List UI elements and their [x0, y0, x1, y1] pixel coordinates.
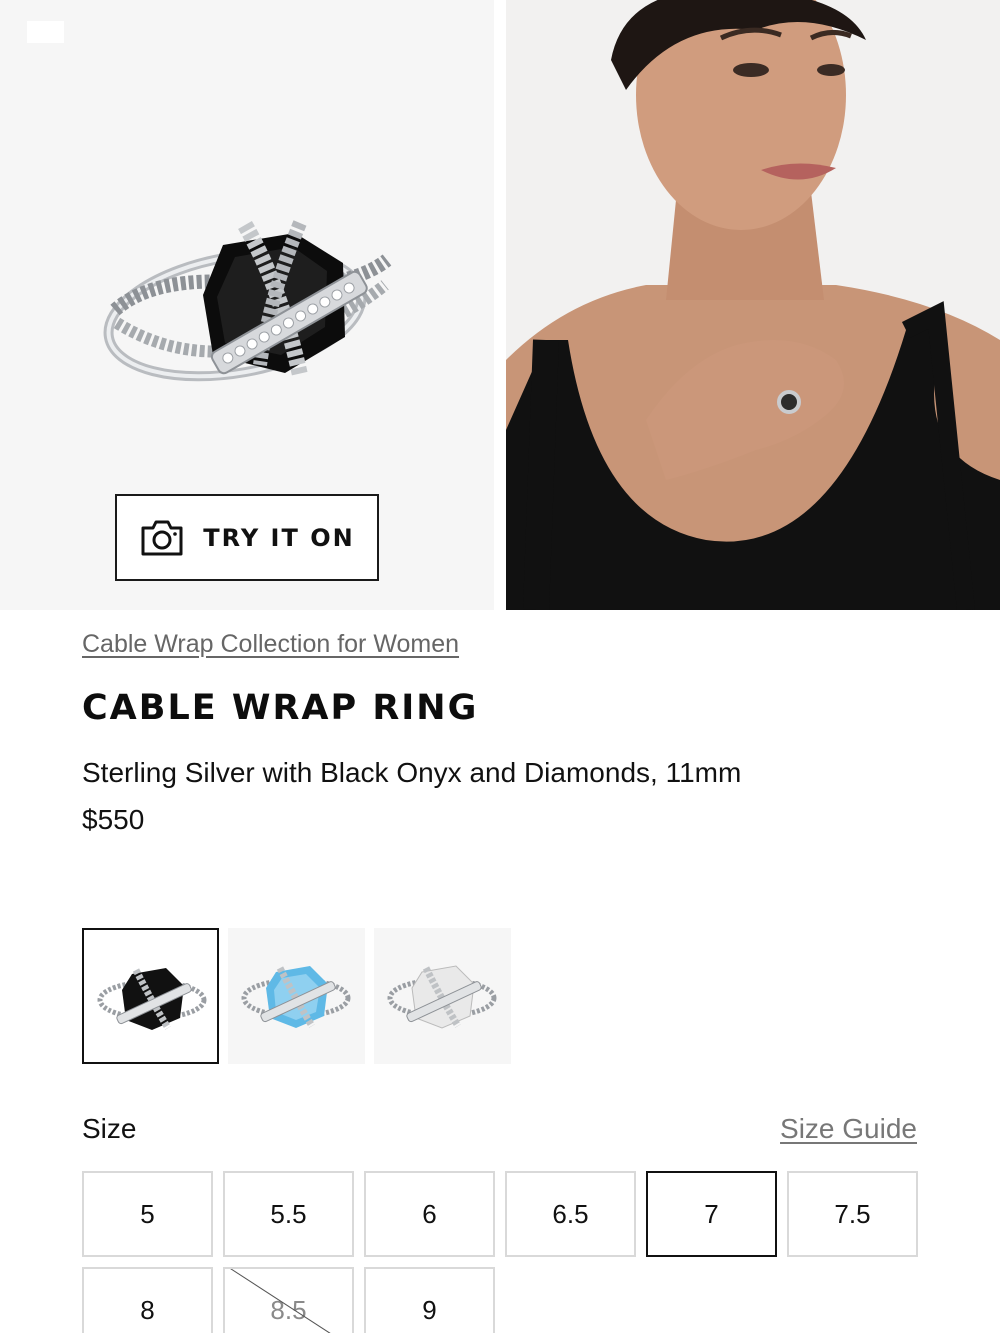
size-option-5-5[interactable]: 5.5	[223, 1171, 354, 1257]
try-it-on-label: TRY IT ON	[203, 523, 355, 552]
product-title: CABLE WRAP RING	[82, 688, 479, 728]
model-image-panel[interactable]	[506, 0, 1000, 610]
ring-thumbnail-image	[241, 966, 351, 1028]
ring-thumbnail-image	[97, 968, 207, 1030]
ring-product-image	[103, 220, 392, 382]
size-option-6[interactable]: 6	[364, 1171, 495, 1257]
image-corner-mark	[27, 21, 64, 43]
product-gallery: TRY IT ON	[0, 0, 1000, 610]
size-option-7-5[interactable]: 7.5	[787, 1171, 918, 1257]
collection-link[interactable]: Cable Wrap Collection for Women	[82, 630, 459, 659]
ring-thumbnail-image	[387, 965, 497, 1029]
camera-icon	[141, 520, 183, 555]
variant-thumbnails	[82, 928, 511, 1064]
size-options: 5 5.5 6 6.5 7 7.5 8 8.5 9	[82, 1171, 918, 1333]
variant-thumb-white-topaz[interactable]	[374, 928, 511, 1064]
size-option-7[interactable]: 7	[646, 1171, 777, 1257]
size-option-8-5[interactable]: 8.5	[223, 1267, 354, 1333]
size-option-8[interactable]: 8	[82, 1267, 213, 1333]
size-guide-link[interactable]: Size Guide	[780, 1113, 917, 1145]
variant-thumb-black-onyx[interactable]	[82, 928, 219, 1064]
model-wearing-ring-image	[506, 0, 1000, 610]
size-option-6-5[interactable]: 6.5	[505, 1171, 636, 1257]
size-label: Size	[82, 1113, 137, 1144]
try-it-on-button[interactable]: TRY IT ON	[115, 494, 379, 581]
product-subtitle: Sterling Silver with Black Onyx and Diam…	[82, 757, 742, 788]
size-option-5[interactable]: 5	[82, 1171, 213, 1257]
product-price: $550	[82, 804, 145, 835]
size-option-9[interactable]: 9	[364, 1267, 495, 1333]
variant-thumb-blue-topaz[interactable]	[228, 928, 365, 1064]
product-image-panel[interactable]: TRY IT ON	[0, 0, 494, 610]
